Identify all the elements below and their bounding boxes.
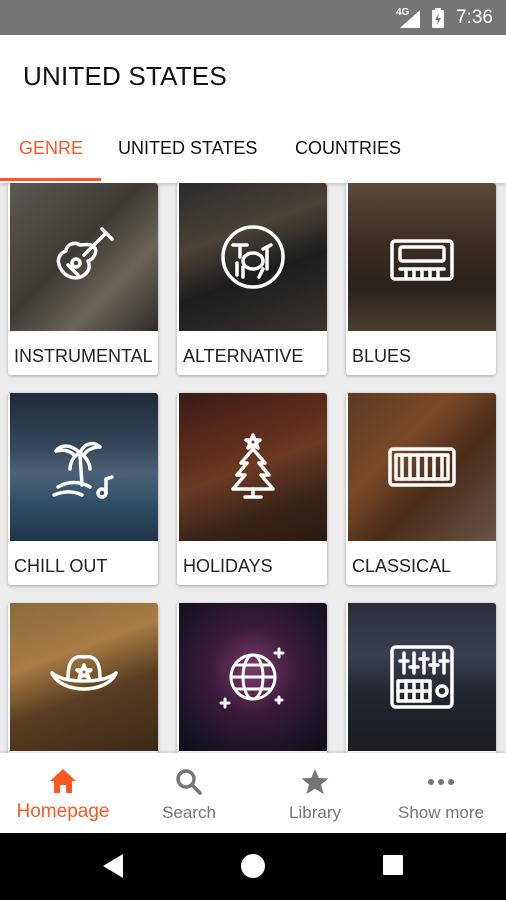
page-title: UNITED STATES (23, 61, 227, 91)
genre-card-electronic[interactable] (346, 603, 496, 753)
cassette-icon (390, 239, 454, 281)
genre-card-classical[interactable]: CLASSICAL (346, 393, 496, 585)
christmas-tree-icon (231, 433, 275, 499)
search-icon (176, 769, 202, 795)
genre-image (348, 393, 496, 541)
genre-card-disco[interactable] (177, 603, 327, 753)
app-bar: UNITED STATES GENRE UNITED STATES COUNTR… (0, 35, 506, 183)
guitar-icon (56, 227, 114, 280)
genre-label: HOLIDAYS (183, 556, 273, 576)
tab-united-states[interactable]: UNITED STATES (118, 138, 257, 159)
genre-card-blues[interactable]: BLUES (346, 183, 496, 375)
status-bar: 4G 7:36 (0, 0, 506, 35)
genre-label: CLASSICAL (352, 556, 452, 576)
system-navigation-bar (0, 833, 506, 900)
genre-image (10, 393, 158, 541)
home-icon (50, 769, 76, 793)
active-tab-indicator (0, 178, 101, 181)
nav-library[interactable]: Library (252, 753, 378, 833)
recents-icon[interactable] (383, 855, 403, 875)
signal-icon (400, 10, 420, 28)
back-icon[interactable] (101, 853, 125, 879)
battery-charging-icon (432, 8, 444, 28)
genre-image (179, 183, 327, 331)
genre-label: BLUES (352, 346, 412, 366)
bottom-navigation: Homepage Search Library Show more (0, 753, 506, 833)
genre-card-alternative[interactable]: ALTERNATIVE (177, 183, 327, 375)
genre-label: CHILL OUT (14, 556, 108, 576)
genre-image (179, 393, 327, 541)
genre-image (179, 603, 327, 751)
nav-show-more[interactable]: Show more (378, 753, 504, 833)
palm-tree-icon (52, 441, 114, 499)
mixer-console-icon (390, 645, 454, 709)
disco-ball-icon (219, 647, 285, 709)
genre-image (348, 183, 496, 331)
nav-homepage[interactable]: Homepage (0, 753, 126, 833)
home-circle-icon[interactable] (241, 854, 265, 878)
nav-label: Library (289, 803, 341, 822)
genre-label: ALTERNATIVE (183, 346, 304, 366)
tab-countries[interactable]: COUNTRIES (295, 138, 401, 159)
tab-genre[interactable]: GENRE (19, 138, 83, 159)
genre-card-country[interactable] (8, 603, 158, 753)
cowboy-hat-icon (50, 654, 118, 691)
genre-label: INSTRUMENTAL (14, 346, 153, 366)
more-dots-icon (428, 779, 454, 785)
piano-keyboard-icon (388, 447, 456, 487)
nav-label: Search (162, 803, 216, 822)
nav-label: Show more (398, 803, 484, 822)
nav-search[interactable]: Search (126, 753, 252, 833)
genre-image (10, 603, 158, 751)
star-icon (301, 769, 329, 794)
genre-image (10, 183, 158, 331)
clock: 7:36 (456, 7, 493, 28)
genre-grid[interactable]: INSTRUMENTAL ALTERNATIVE BLUES CHILL OUT… (0, 183, 506, 753)
drum-kit-icon (221, 225, 285, 289)
nav-label: Homepage (16, 801, 110, 822)
genre-card-holidays[interactable]: HOLIDAYS (177, 393, 327, 585)
genre-card-chill-out[interactable]: CHILL OUT (8, 393, 158, 585)
genre-image (348, 603, 496, 751)
genre-card-instrumental[interactable]: INSTRUMENTAL (8, 183, 158, 375)
